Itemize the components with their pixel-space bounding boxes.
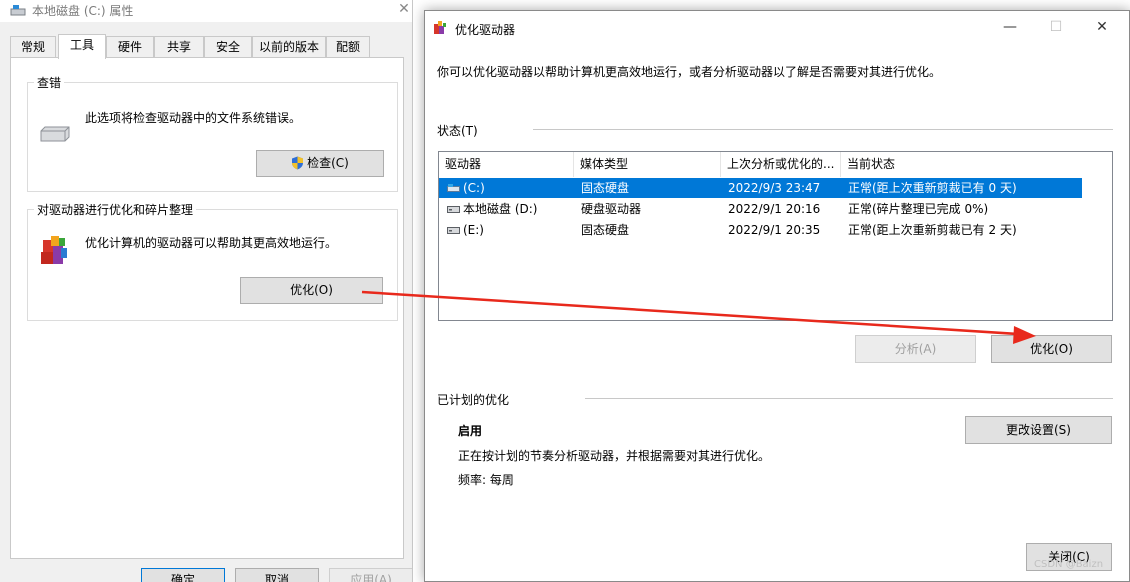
ok-button[interactable]: 确定 [141,568,225,582]
properties-title-bar: 本地磁盘 (C:) 属性 ✕ [0,0,412,22]
status-separator [533,129,1113,130]
drive-media: 硬盘驱动器 [581,202,642,216]
analyze-button[interactable]: 分析(A) [855,335,976,363]
optimize-description: 优化计算机的驱动器可以帮助其更高效地运行。 [85,236,338,250]
properties-title: 本地磁盘 (C:) 属性 [32,4,134,18]
optimize-drives-window: 优化驱动器 — ☐ ✕ 你可以优化驱动器以帮助计算机更高效地运行，或者分析驱动器… [424,10,1130,582]
col-drive[interactable]: 驱动器 [439,152,574,177]
drive-name: (C:) [463,181,485,195]
intro-text: 你可以优化驱动器以帮助计算机更高效地运行，或者分析驱动器以了解是否需要对其进行优… [437,65,942,79]
drive-last-run: 2022/9/3 23:47 [728,181,821,195]
optimize-window-title: 优化驱动器 [455,23,516,37]
optimize-button[interactable]: 优化(O) [240,277,383,304]
drive-last-run: 2022/9/1 20:16 [728,202,821,216]
tab-previous-versions[interactable]: 以前的版本 [252,36,326,57]
drive-media: 固态硬盘 [581,223,630,237]
schedule-frequency: 频率: 每周 [458,473,514,487]
drive-row-d[interactable]: 本地磁盘 (D:) 硬盘驱动器 2022/9/1 20:16 正常(碎片整理已完… [439,199,1082,219]
defrag-app-icon [434,21,446,34]
scheduled-separator [585,398,1113,399]
tab-general[interactable]: 常规 [10,36,56,57]
check-button[interactable]: 检查(C) [256,150,384,177]
ssd-drive-icon [447,184,460,192]
schedule-description: 正在按计划的节奏分析驱动器，并根据需要对其进行优化。 [458,449,771,463]
uac-shield-icon [292,156,304,170]
hdd-drive-icon [447,227,460,234]
tab-security[interactable]: 安全 [204,36,252,57]
tools-tab-panel: 查错 此选项将检查驱动器中的文件系统错误。 检查(C) 对驱动器进行优化和碎片整… [10,57,404,559]
col-status[interactable]: 当前状态 [841,152,1093,177]
tab-sharing[interactable]: 共享 [154,36,204,57]
close-icon[interactable]: ✕ [396,0,412,20]
watermark: CSDN @Baizn [1034,559,1104,570]
tab-quota[interactable]: 配额 [326,36,370,57]
drive-icon [10,5,26,16]
drive-last-run: 2022/9/1 20:35 [728,223,821,237]
col-last-run[interactable]: 上次分析或优化的... [721,152,841,177]
drive-status: 正常(距上次重新剪裁已有 2 天) [848,223,1017,237]
drive-list[interactable]: 驱动器 媒体类型 上次分析或优化的... 当前状态 (C:) 固态硬盘 2022… [438,151,1113,321]
hard-drive-icon [40,126,70,142]
check-button-label: 检查(C) [307,156,349,170]
defrag-icon [41,236,67,264]
optimize-group: 对驱动器进行优化和碎片整理 优化计算机的驱动器可以帮助其更高效地运行。 优化(O… [27,201,398,321]
drive-row-e[interactable]: (E:) 固态硬盘 2022/9/1 20:35 正常(距上次重新剪裁已有 2 … [439,220,1082,240]
error-checking-legend: 查错 [34,74,65,91]
drive-name: 本地磁盘 (D:) [463,202,538,216]
optimize-legend: 对驱动器进行优化和碎片整理 [34,201,197,218]
cancel-button[interactable]: 取消 [235,568,319,582]
error-checking-group: 查错 此选项将检查驱动器中的文件系统错误。 检查(C) [27,74,398,192]
apply-button[interactable]: 应用(A) [329,568,412,582]
maximize-icon[interactable]: ☐ [1033,11,1079,43]
col-media-type[interactable]: 媒体类型 [574,152,721,177]
optimize-body: 你可以优化驱动器以帮助计算机更高效地运行，或者分析驱动器以了解是否需要对其进行优… [425,45,1129,581]
optimize-drive-button[interactable]: 优化(O) [991,335,1112,363]
schedule-state: 启用 [458,424,483,438]
hdd-drive-icon [447,206,460,213]
tab-hardware[interactable]: 硬件 [106,36,154,57]
change-settings-button[interactable]: 更改设置(S) [965,416,1112,444]
tab-tools[interactable]: 工具 [58,34,106,59]
close-icon[interactable]: ✕ [1079,11,1125,43]
drive-status: 正常(碎片整理已完成 0%) [848,202,989,216]
drive-properties-dialog: 本地磁盘 (C:) 属性 ✕ 常规 工具 硬件 共享 安全 以前的版本 配额 查… [0,0,413,582]
drive-status: 正常(距上次重新剪裁已有 0 天) [848,181,1017,195]
list-scroll-area [1093,177,1112,320]
drive-row-c[interactable]: (C:) 固态硬盘 2022/9/3 23:47 正常(距上次重新剪裁已有 0 … [439,178,1082,198]
scheduled-label: 已计划的优化 [437,393,510,407]
minimize-icon[interactable]: — [987,11,1033,43]
status-label: 状态(T) [437,124,478,138]
error-checking-description: 此选项将检查驱动器中的文件系统错误。 [85,111,302,125]
optimize-title-bar: 优化驱动器 — ☐ ✕ [425,11,1129,45]
drive-media: 固态硬盘 [581,181,630,195]
drive-name: (E:) [463,223,484,237]
